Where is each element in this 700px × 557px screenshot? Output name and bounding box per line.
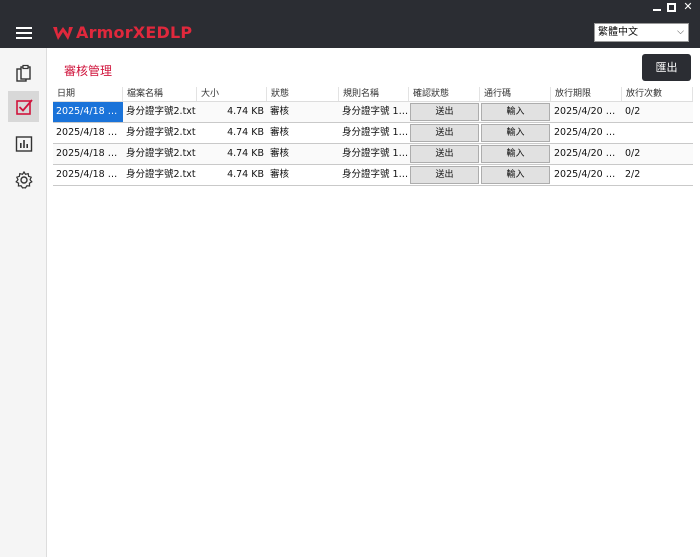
- cell-count[interactable]: 2/2: [622, 165, 693, 185]
- cell-passcode: 輸入: [480, 102, 551, 122]
- table-body: 2025/4/18 下... 身分證字號2.txt 4.74 KB 審核 身分證…: [53, 102, 693, 186]
- cell-count[interactable]: [622, 123, 693, 143]
- enter-passcode-button[interactable]: 輸入: [481, 103, 550, 121]
- submit-button[interactable]: 送出: [410, 124, 479, 142]
- cell-rule[interactable]: 身分證字號 10...: [339, 123, 409, 143]
- submit-button[interactable]: 送出: [410, 145, 479, 163]
- sidebar-item-audit[interactable]: [8, 91, 39, 122]
- sidebar-item-clipboard[interactable]: [8, 58, 39, 89]
- enter-passcode-button[interactable]: 輸入: [481, 145, 550, 163]
- cell-confirm: 送出: [409, 102, 480, 122]
- title-bar: ✕ ArmorXEDLP 繁體中文 ⌵: [0, 0, 700, 48]
- table-row[interactable]: 2025/4/18 下... 身分證字號2.txt 4.74 KB 審核 身分證…: [53, 102, 693, 123]
- col-header-passcode[interactable]: 通行碼: [480, 87, 551, 101]
- cell-filename[interactable]: 身分證字號2.txt: [123, 144, 197, 164]
- cell-deadline[interactable]: 2025/4/20 下...: [551, 102, 622, 122]
- close-button[interactable]: ✕: [682, 1, 694, 13]
- clipboard-icon: [15, 64, 31, 82]
- language-value: 繁體中文: [598, 27, 638, 38]
- app-logo: ArmorXEDLP: [52, 23, 192, 42]
- col-header-size[interactable]: 大小: [197, 87, 267, 101]
- logo-text: ArmorXEDLP: [76, 23, 193, 42]
- cell-date[interactable]: 2025/4/18 下...: [53, 102, 123, 122]
- table-header: 日期 檔案名稱 大小 狀態 規則名稱 確認狀態 通行碼 放行期限 放行次數: [53, 87, 693, 102]
- cell-confirm: 送出: [409, 165, 480, 185]
- cell-rule[interactable]: 身分證字號 10...: [339, 165, 409, 185]
- cell-deadline[interactable]: 2025/4/20 下...: [551, 144, 622, 164]
- page-title: 審核管理: [64, 64, 113, 78]
- gear-icon: [14, 170, 33, 189]
- main-content: 審核管理 匯出 日期 檔案名稱 大小 狀態 規則名稱 確認狀態 通行碼 放行期限…: [47, 48, 700, 557]
- cell-passcode: 輸入: [480, 123, 551, 143]
- col-header-confirm[interactable]: 確認狀態: [409, 87, 480, 101]
- cell-filename[interactable]: 身分證字號2.txt: [123, 165, 197, 185]
- cell-status[interactable]: 審核: [267, 165, 339, 185]
- checkbox-icon: [15, 98, 33, 115]
- cell-status[interactable]: 審核: [267, 102, 339, 122]
- cell-passcode: 輸入: [480, 144, 551, 164]
- submit-button[interactable]: 送出: [410, 103, 479, 121]
- cell-size[interactable]: 4.74 KB: [197, 102, 267, 122]
- enter-passcode-button[interactable]: 輸入: [481, 124, 550, 142]
- cell-size[interactable]: 4.74 KB: [197, 165, 267, 185]
- cell-status[interactable]: 審核: [267, 144, 339, 164]
- audit-table: 日期 檔案名稱 大小 狀態 規則名稱 確認狀態 通行碼 放行期限 放行次數 20…: [53, 87, 693, 186]
- cell-date[interactable]: 2025/4/18 下...: [53, 144, 123, 164]
- sidebar: [0, 48, 47, 557]
- cell-rule[interactable]: 身分證字號 10...: [339, 144, 409, 164]
- col-header-filename[interactable]: 檔案名稱: [123, 87, 197, 101]
- table-row[interactable]: 2025/4/18 下... 身分證字號2.txt 4.74 KB 審核 身分證…: [53, 123, 693, 144]
- cell-passcode: 輸入: [480, 165, 551, 185]
- menu-icon[interactable]: [16, 27, 32, 39]
- cell-count[interactable]: 0/2: [622, 102, 693, 122]
- table-row[interactable]: 2025/4/18 下... 身分證字號2.txt 4.74 KB 審核 身分證…: [53, 165, 693, 186]
- cell-filename[interactable]: 身分證字號2.txt: [123, 102, 197, 122]
- minimize-button[interactable]: [653, 2, 661, 11]
- enter-passcode-button[interactable]: 輸入: [481, 166, 550, 184]
- cell-date[interactable]: 2025/4/18 下...: [53, 165, 123, 185]
- submit-button[interactable]: 送出: [410, 166, 479, 184]
- sidebar-item-report[interactable]: [8, 128, 39, 159]
- col-header-rule[interactable]: 規則名稱: [339, 87, 409, 101]
- cell-size[interactable]: 4.74 KB: [197, 123, 267, 143]
- cell-deadline[interactable]: 2025/4/20 下...: [551, 123, 622, 143]
- maximize-button[interactable]: [667, 3, 676, 12]
- cell-filename[interactable]: 身分證字號2.txt: [123, 123, 197, 143]
- col-header-status[interactable]: 狀態: [267, 87, 339, 101]
- cell-rule[interactable]: 身分證字號 10...: [339, 102, 409, 122]
- logo-mark-icon: [53, 26, 73, 40]
- cell-confirm: 送出: [409, 123, 480, 143]
- cell-size[interactable]: 4.74 KB: [197, 144, 267, 164]
- cell-deadline[interactable]: 2025/4/20 下...: [551, 165, 622, 185]
- cell-confirm: 送出: [409, 144, 480, 164]
- report-chart-icon: [15, 135, 32, 152]
- language-select[interactable]: 繁體中文 ⌵: [594, 23, 689, 42]
- cell-status[interactable]: 審核: [267, 123, 339, 143]
- sidebar-item-settings[interactable]: [8, 164, 39, 195]
- window-controls: ✕: [653, 1, 694, 13]
- cell-date[interactable]: 2025/4/18 下...: [53, 123, 123, 143]
- chevron-down-icon: ⌵: [677, 27, 684, 37]
- export-button[interactable]: 匯出: [642, 54, 691, 81]
- cell-count[interactable]: 0/2: [622, 144, 693, 164]
- table-row[interactable]: 2025/4/18 下... 身分證字號2.txt 4.74 KB 審核 身分證…: [53, 144, 693, 165]
- col-header-count[interactable]: 放行次數: [622, 87, 693, 101]
- col-header-deadline[interactable]: 放行期限: [551, 87, 622, 101]
- col-header-date[interactable]: 日期: [53, 87, 123, 101]
